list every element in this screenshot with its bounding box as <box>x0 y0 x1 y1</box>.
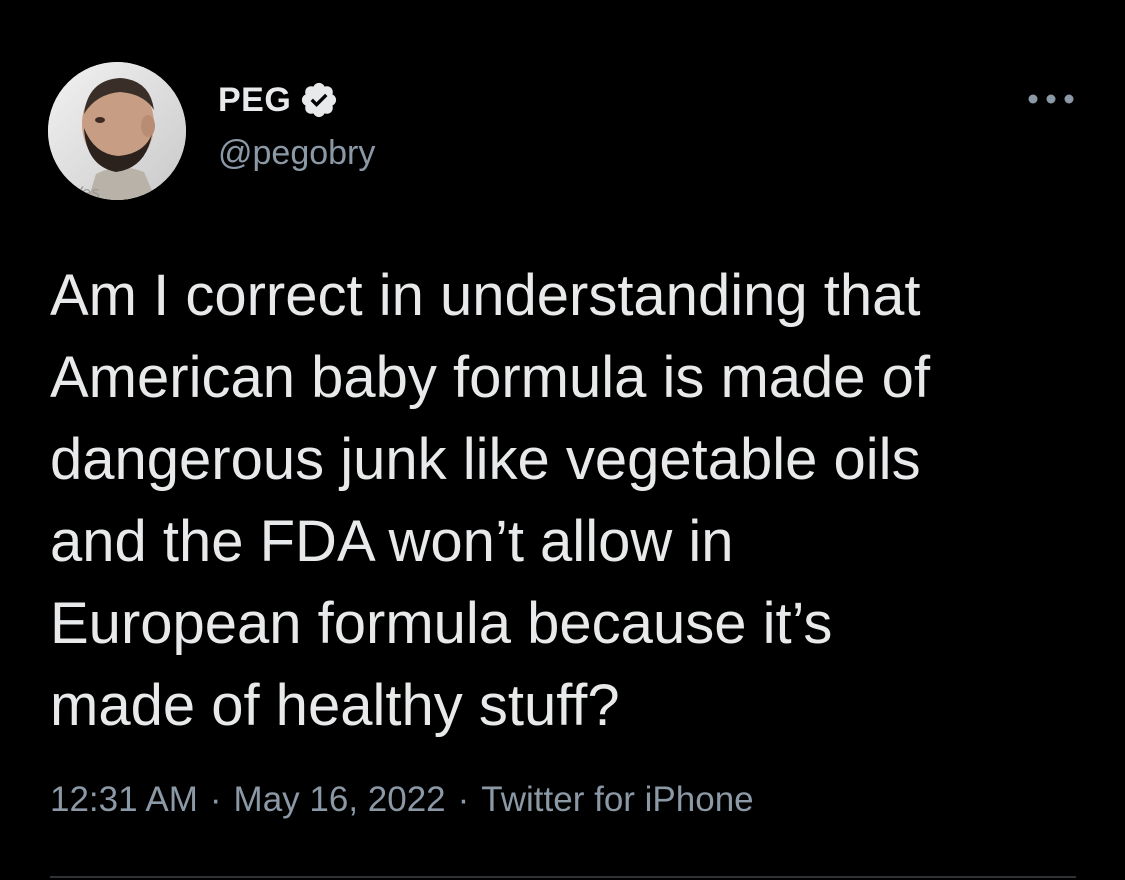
tweet-date[interactable]: May 16, 2022 <box>234 780 446 820</box>
verified-badge-icon <box>299 80 339 120</box>
tweet-source[interactable]: Twitter for iPhone <box>481 780 753 820</box>
separator-dot: · <box>209 780 222 819</box>
display-name[interactable]: PEG <box>218 81 291 120</box>
tweet: Yes PEG @pegobry Am I correct in underst… <box>0 0 1125 880</box>
tweet-time[interactable]: 12:31 AM <box>50 780 198 820</box>
more-options-button[interactable] <box>1024 84 1078 114</box>
tweet-metadata: 12:31 AM · May 16, 2022 · Twitter for iP… <box>50 780 754 820</box>
separator-dot: · <box>457 780 470 819</box>
svg-text:Yes: Yes <box>73 183 100 200</box>
name-row: PEG <box>218 78 339 122</box>
tweet-text: Am I correct in understanding that Ameri… <box>50 263 931 738</box>
divider <box>50 876 1076 878</box>
user-handle[interactable]: @pegobry <box>218 134 375 173</box>
avatar-photo-icon: Yes <box>48 62 186 200</box>
avatar[interactable]: Yes <box>48 62 186 200</box>
more-horizontal-icon <box>1028 94 1074 104</box>
